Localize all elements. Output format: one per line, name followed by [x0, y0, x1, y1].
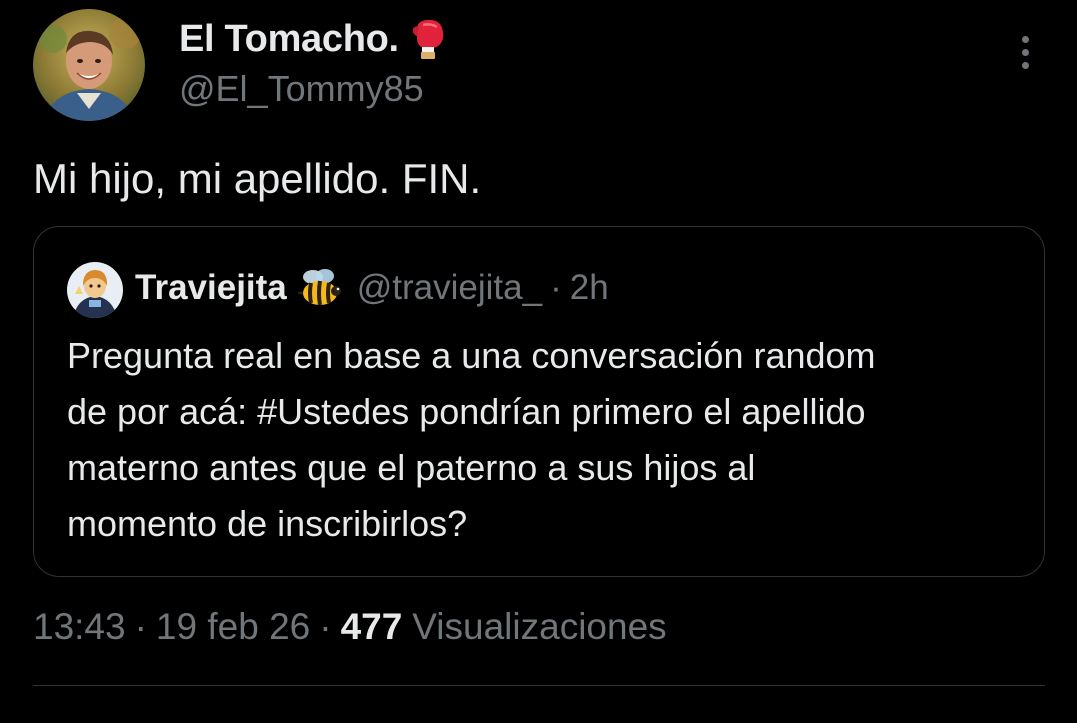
- quoted-author-avatar[interactable]: [67, 262, 123, 318]
- author-handle[interactable]: @El_Tommy85: [179, 68, 424, 110]
- quoted-tweet-header: Traviejita @traviejita_ · 2h: [135, 265, 609, 311]
- quoted-author-display-name[interactable]: Traviejita: [135, 268, 287, 308]
- quoted-text-line: materno antes que el paterno a sus hijos…: [67, 447, 756, 488]
- author-display-name[interactable]: El Tomacho.: [179, 18, 399, 61]
- more-dot-icon: [1021, 48, 1029, 56]
- quoted-tweet-card[interactable]: Traviejita @traviejita_ · 2h Pregunta re…: [33, 226, 1045, 577]
- quoted-text-line: Pregunta real en base a una conversación…: [67, 335, 876, 376]
- view-count: 477: [340, 606, 403, 647]
- quoted-text-line: de por acá: #Ustedes pondrían primero el…: [67, 391, 866, 432]
- tweet-date[interactable]: 19 feb 26: [156, 606, 310, 648]
- boxing-glove-icon: [411, 17, 447, 61]
- views-label: Visualizaciones: [412, 606, 667, 647]
- more-options-button[interactable]: [1004, 30, 1046, 74]
- quoted-tweet-text: Pregunta real en base a una conversación…: [67, 328, 1027, 552]
- author-avatar[interactable]: [33, 9, 145, 121]
- tweet-time[interactable]: 13:43: [33, 606, 126, 648]
- dot-separator: ·: [134, 606, 147, 647]
- quoted-tweet-time[interactable]: 2h: [570, 268, 609, 308]
- tweet-text: Mi hijo, mi apellido. FIN.: [33, 155, 482, 202]
- quoted-text-line: momento de inscribirlos?: [67, 503, 468, 544]
- more-dot-icon: [1021, 35, 1029, 43]
- views-link[interactable]: 477 Visualizaciones: [341, 606, 667, 648]
- divider: [33, 685, 1045, 686]
- tweet-meta: 13:43 · 19 feb 26 · 477 Visualizaciones: [33, 602, 667, 652]
- dot-separator: ·: [550, 268, 562, 307]
- dot-separator: ·: [319, 606, 332, 647]
- bee-icon: [297, 267, 343, 309]
- tweet-detail: El Tomacho. @El_Tommy85 Mi hijo, mi apel…: [0, 0, 1077, 723]
- quoted-author-handle[interactable]: @traviejita_: [357, 268, 542, 308]
- author-name-row: El Tomacho.: [179, 14, 447, 64]
- more-dot-icon: [1021, 61, 1029, 69]
